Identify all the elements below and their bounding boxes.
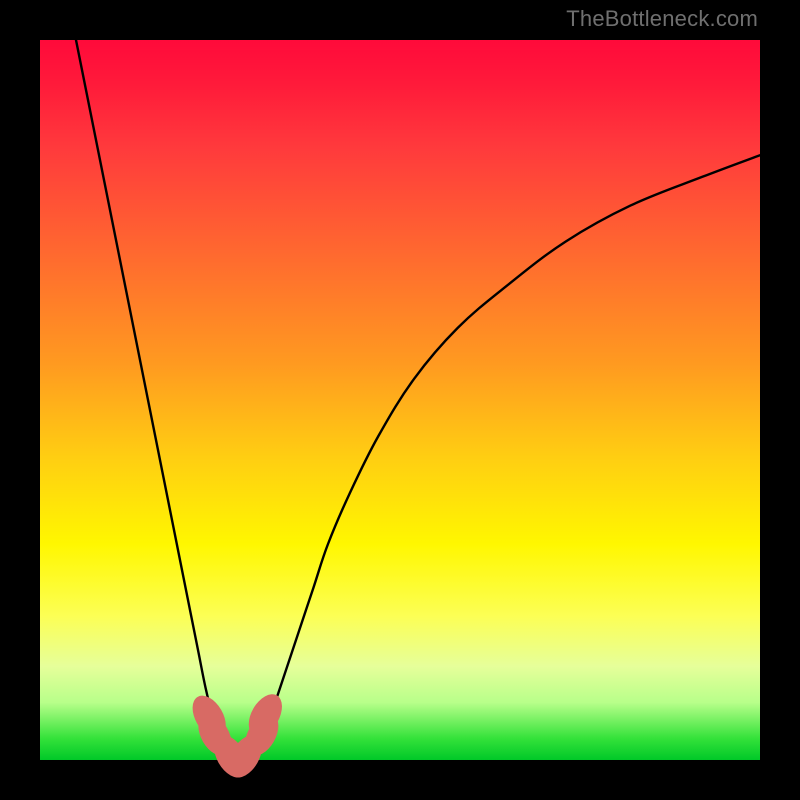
watermark-text: TheBottleneck.com — [566, 6, 758, 32]
plot-area — [40, 40, 760, 760]
data-markers — [186, 688, 289, 783]
chart-frame: TheBottleneck.com — [0, 0, 800, 800]
bottleneck-curve — [76, 40, 760, 761]
curve-svg — [40, 40, 760, 760]
